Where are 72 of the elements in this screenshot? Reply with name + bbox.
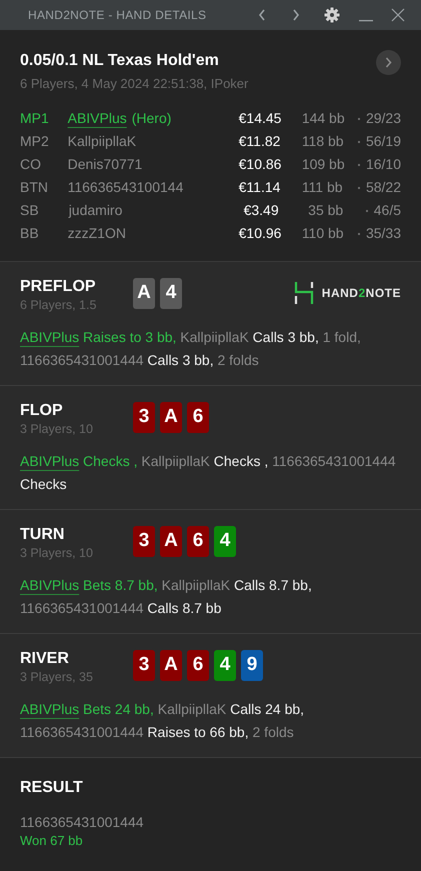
minimize-icon — [359, 20, 373, 22]
card: 9 — [241, 650, 263, 681]
player-position: BB — [20, 224, 40, 243]
player-position: MP2 — [20, 132, 50, 151]
street-info: 3 Players, 10 — [20, 421, 94, 437]
player-name[interactable]: ABIVPlus — [68, 108, 127, 129]
result-title: RESULT — [20, 778, 84, 798]
player-stack: €14.45 — [238, 109, 282, 128]
card: 6 — [187, 650, 209, 681]
player-bb: 118 bb — [302, 132, 345, 151]
chevron-right-icon — [292, 9, 300, 21]
card: A — [160, 526, 182, 557]
window-title: HAND2NOTE - HAND DETAILS — [28, 7, 208, 24]
logo-text: HAND2NOTE — [322, 285, 401, 302]
action-summary: ABIVPlus Raises to 3 bb, KallpiipllaK Calls 3 bb, 1 fold, 1166365431001444 Calls 3 bb, 2 folds — [20, 328, 362, 370]
player-position: MP1 — [20, 109, 50, 128]
player-stack: €11.14 — [238, 178, 282, 197]
player-bb: 35 bb — [308, 201, 344, 220]
action-summary: ABIVPlus Bets 24 bb, KallpiipllaK Calls 24 bb, 1166365431001444 Raises to 66 bb, 2 folds — [20, 700, 306, 742]
player-name: Denis70771 — [68, 155, 142, 174]
settings-icon — [324, 7, 340, 23]
winner-name: 1166365431001444 — [20, 813, 145, 832]
next-hand-button[interactable] — [376, 50, 401, 75]
action-summary: ABIVPlus Bets 8.7 bb, KallpiipllaK Calls 8.7 bb, 1166365431001444 Calls 8.7 bb — [20, 576, 313, 618]
hand-subtitle: 6 Players, 4 May 2024 22:51:38, IPoker — [20, 75, 250, 93]
card: 4 — [214, 650, 236, 681]
player-position: SB — [20, 201, 40, 220]
action-summary: ABIVPlus Checks , KallpiipllaK Checks , 1166365431001444 Checks — [20, 452, 397, 494]
player-stats: 56/19 — [366, 132, 401, 151]
card: 6 — [187, 526, 209, 557]
card: A — [160, 650, 182, 681]
street-name: FLOP — [20, 401, 64, 421]
player-position: CO — [20, 155, 42, 174]
card: A — [160, 402, 182, 433]
card: 6 — [187, 402, 209, 433]
chevron-right-icon — [385, 57, 392, 68]
street-info: 6 Players, 1.5 — [20, 297, 98, 313]
player-name: judamiro — [68, 201, 122, 220]
won-amount: Won 67 bb — [20, 832, 84, 850]
player-stats: 58/22 — [366, 178, 401, 197]
player-stats: 35/33 — [366, 224, 401, 243]
card: 4 — [160, 278, 182, 309]
card: 4 — [214, 526, 236, 557]
player-position: BTN — [20, 178, 49, 197]
card: 3 — [133, 526, 155, 557]
close-icon — [391, 8, 405, 22]
player-stats: 46/5 — [374, 201, 401, 220]
hand-title: 0.05/0.1 NL Texas Hold'em — [20, 51, 220, 71]
street-name: TURN — [20, 525, 66, 545]
player-bb: 110 bb — [302, 224, 345, 243]
player-stack: €10.96 — [238, 224, 282, 243]
player-name: 116636543100144 — [68, 178, 184, 197]
player-bb: 109 bb — [302, 155, 346, 174]
street-info: 3 Players, 10 — [20, 545, 94, 561]
player-bb: 144 bb — [302, 109, 346, 128]
card: 3 — [133, 650, 155, 681]
player-stack: €3.49 — [244, 201, 280, 220]
player-name: zzzZ1ON — [68, 224, 126, 243]
hero-tag: (Hero) — [132, 108, 172, 129]
player-bb: 111 bb — [302, 178, 344, 197]
player-name: KallpiipllaK — [68, 132, 136, 151]
player-stats: 16/10 — [366, 155, 401, 174]
card: 3 — [133, 402, 155, 433]
logo-icon — [294, 282, 314, 304]
street-info: 3 Players, 35 — [20, 669, 94, 685]
street-name: PREFLOP — [20, 277, 97, 297]
street-name: RIVER — [20, 649, 70, 669]
player-stats: 29/23 — [366, 109, 401, 128]
chevron-left-icon — [258, 9, 266, 21]
player-stack: €10.86 — [238, 155, 282, 174]
card: A — [133, 278, 155, 309]
player-stack: €11.82 — [238, 132, 282, 151]
